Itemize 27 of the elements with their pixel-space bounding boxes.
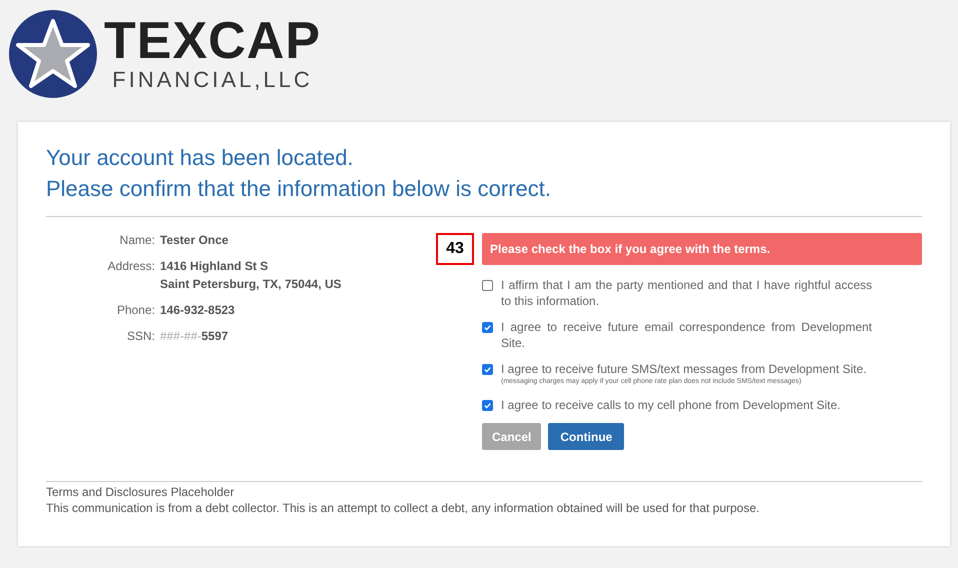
agreement-text: I agree to receive future email correspondence from Development Site.: [501, 319, 872, 351]
field-value: Tester Once: [160, 232, 228, 249]
field-value: 146-932-8523: [160, 302, 235, 319]
checkbox[interactable]: [482, 400, 493, 411]
logo-subtitle: FINANCIAL,LLC: [112, 67, 313, 93]
checkbox[interactable]: [482, 364, 493, 375]
footer-title: Terms and Disclosures Placeholder: [46, 484, 236, 500]
heading-text: Please confirm that the information below is correct.: [46, 175, 552, 203]
annotation-number: 43: [436, 233, 474, 265]
heading-text: Your account has been located.: [46, 144, 354, 172]
field-value: Saint Petersburg, TX, 75044, US: [160, 276, 342, 293]
field-label: Phone:: [116, 302, 155, 319]
continue-button[interactable]: Continue: [548, 423, 624, 450]
alert-banner: Please check the box if you agree with the terms.: [482, 233, 922, 265]
checkbox[interactable]: [482, 322, 493, 333]
field-label: Name:: [118, 232, 155, 249]
logo-name: TEXCAP: [104, 15, 321, 67]
star-logo-icon: [8, 9, 98, 99]
disclaimer-text: This communication is from a debt collector. This is an attempt to collect a debt, any information obtained will be used for that purpose.: [46, 500, 760, 516]
checkbox[interactable]: [482, 280, 493, 291]
agreement-text: I agree to receive calls to my cell phone from Development Site.: [501, 397, 840, 413]
field-label: Address:: [106, 258, 155, 275]
agreement-text: I affirm that I am the party mentioned and that I have rightful access to this information.: [501, 277, 872, 309]
field-value: ###-##-5597: [160, 328, 228, 345]
agreement-text: I agree to receive future SMS/text messages from Development Site.: [501, 361, 866, 377]
field-value: 1416 Highland St S: [160, 258, 270, 275]
field-label: SSN:: [126, 328, 155, 345]
